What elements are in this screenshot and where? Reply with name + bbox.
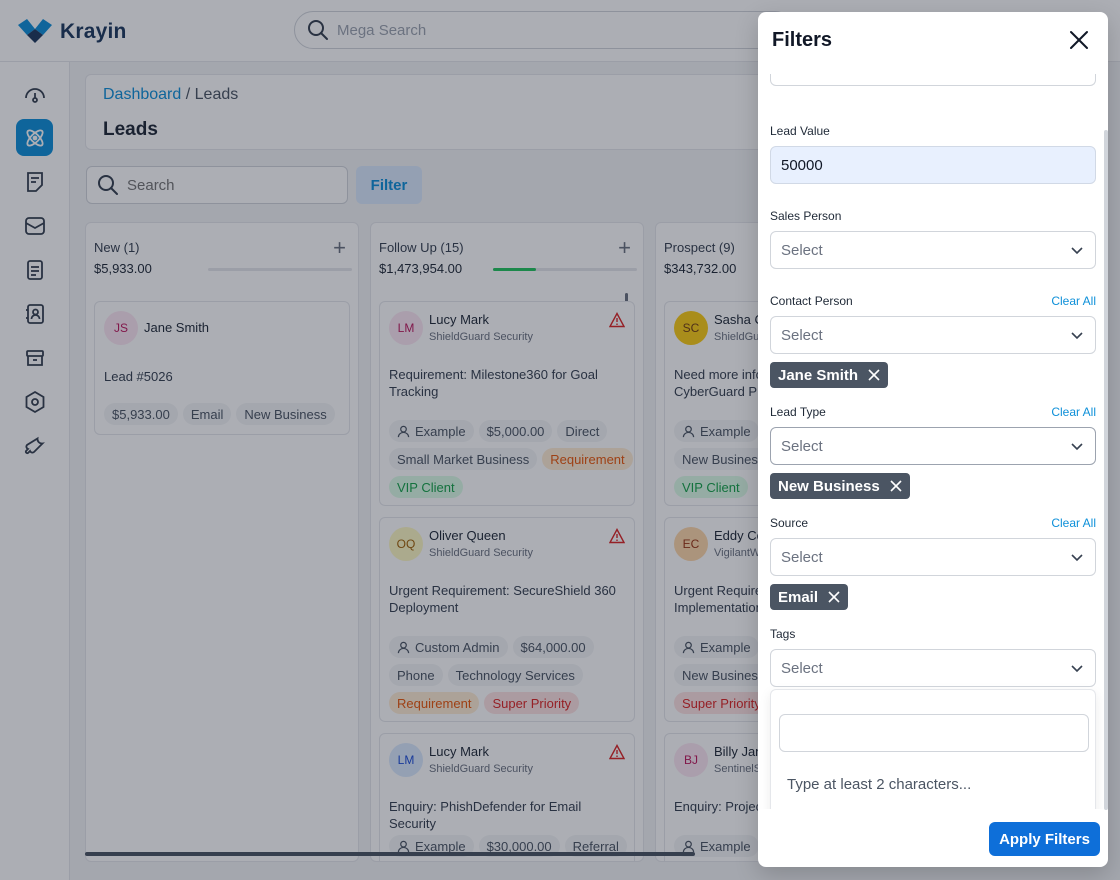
filters-title: Filters	[772, 29, 833, 51]
source-clear-all[interactable]: Clear All	[1051, 516, 1096, 530]
chip-label: Email	[778, 588, 819, 606]
remove-icon[interactable]	[828, 591, 840, 603]
tags-label: Tags	[770, 627, 796, 641]
chip-label: Jane Smith	[778, 366, 859, 384]
lead-type-chip: New Business	[770, 473, 910, 499]
source-chip: Email	[770, 584, 849, 610]
lead-type-clear-all[interactable]: Clear All	[1051, 405, 1096, 419]
remove-icon[interactable]	[868, 369, 880, 381]
contact-person-clear-all[interactable]: Clear All	[1051, 294, 1096, 308]
select-placeholder: Select	[781, 241, 823, 259]
lead-type-label: Lead Type	[770, 405, 826, 419]
contact-person-select[interactable]: Select	[770, 316, 1096, 354]
chevron-down-icon	[1071, 443, 1083, 451]
lead-value-label: Lead Value	[770, 124, 830, 138]
tags-dropdown: Type at least 2 characters...	[770, 689, 1096, 809]
chip-label: New Business	[778, 477, 880, 495]
filters-body: Lead Value Sales Person Select Contact P…	[758, 74, 1108, 809]
apply-filters-button[interactable]: Apply Filters	[989, 822, 1100, 856]
select-placeholder: Select	[781, 548, 823, 566]
lead-type-select[interactable]: Select	[770, 427, 1096, 465]
tags-search-hint: Type at least 2 characters...	[787, 776, 972, 793]
select-placeholder: Select	[781, 326, 823, 344]
select-placeholder: Select	[781, 659, 823, 677]
source-select[interactable]: Select	[770, 538, 1096, 576]
tags-search-input[interactable]	[779, 714, 1089, 752]
tags-select[interactable]: Select	[770, 649, 1096, 687]
contact-person-chip: Jane Smith	[770, 362, 889, 388]
sales-person-label: Sales Person	[770, 209, 842, 223]
select-placeholder: Select	[781, 437, 823, 455]
remove-icon[interactable]	[890, 480, 902, 492]
close-icon[interactable]	[1066, 27, 1092, 53]
chevron-down-icon	[1071, 665, 1083, 673]
source-label: Source	[770, 516, 809, 530]
chevron-down-icon	[1071, 247, 1083, 255]
chevron-down-icon	[1071, 332, 1083, 340]
contact-person-label: Contact Person	[770, 294, 853, 308]
previous-field[interactable]	[770, 74, 1096, 86]
lead-value-input[interactable]	[770, 146, 1096, 184]
sales-person-select[interactable]: Select	[770, 231, 1096, 269]
chevron-down-icon	[1071, 554, 1083, 562]
panel-scrollbar[interactable]	[1104, 130, 1108, 810]
filters-panel: Filters Lead Value Sales Person Select C…	[758, 12, 1108, 867]
